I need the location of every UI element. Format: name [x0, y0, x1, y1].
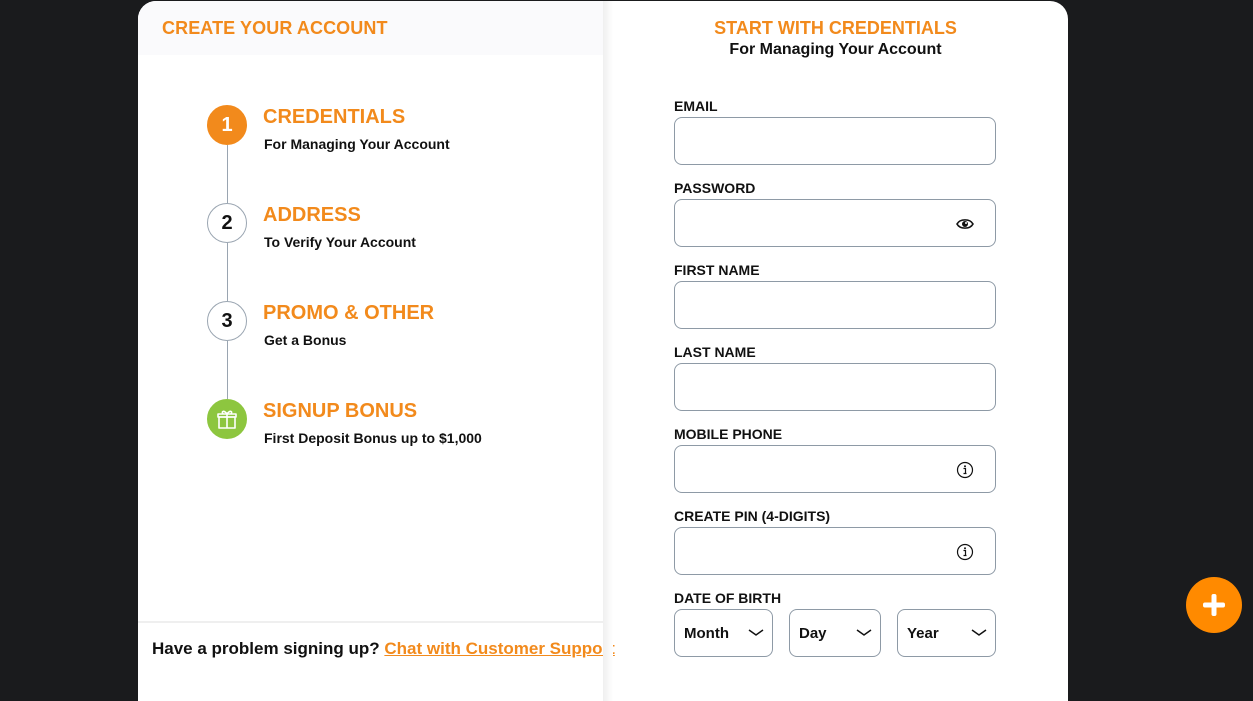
step-number-badge: 2 — [207, 203, 247, 243]
panel-divider — [603, 1, 613, 701]
plus-icon — [1203, 594, 1225, 616]
step-address: 2 ADDRESS To Verify Your Account — [207, 203, 587, 263]
step-number-badge: 1 — [207, 105, 247, 145]
step-number-badge: 3 — [207, 301, 247, 341]
gift-badge — [207, 399, 247, 439]
dob-year-select[interactable]: Year — [897, 609, 996, 657]
first-name-label: FIRST NAME — [674, 262, 760, 278]
pin-label: CREATE PIN (4-DIGITS) — [674, 508, 831, 524]
form-title: START WITH CREDENTIALS — [714, 18, 957, 38]
step-title: SIGNUP BONUS — [263, 400, 418, 422]
dob-month-select[interactable]: Month — [674, 609, 773, 657]
chevron-down-icon — [748, 629, 764, 636]
email-field[interactable] — [674, 117, 996, 165]
mobile-phone-label: MOBILE PHONE — [674, 426, 783, 442]
email-label: EMAIL — [674, 98, 718, 114]
dob-label: DATE OF BIRTH — [674, 590, 782, 606]
password-label: PASSWORD — [674, 180, 756, 196]
steps-header: CREATE YOUR ACCOUNT — [138, 1, 603, 55]
last-name-label: LAST NAME — [674, 344, 756, 360]
info-icon[interactable] — [955, 542, 975, 562]
form-subtitle: For Managing Your Account — [729, 41, 942, 58]
dob-day-value: Day — [799, 625, 827, 642]
last-name-field[interactable] — [674, 363, 996, 411]
pin-field[interactable] — [674, 527, 996, 575]
support-footer: Have a problem signing up? Chat with Cus… — [152, 639, 615, 659]
mobile-phone-field[interactable] — [674, 445, 996, 493]
step-credentials: 1 CREDENTIALS For Managing Your Account — [207, 105, 587, 165]
dob-year-value: Year — [907, 625, 939, 642]
step-title: CREDENTIALS — [263, 106, 406, 128]
add-button[interactable] — [1186, 577, 1242, 633]
password-field[interactable] — [674, 199, 996, 247]
email-input[interactable] — [675, 118, 995, 164]
step-subtitle: Get a Bonus — [264, 332, 347, 348]
credentials-form: START WITH CREDENTIALS For Managing Your… — [613, 1, 1068, 701]
step-subtitle: For Managing Your Account — [264, 136, 450, 152]
dob-month-value: Month — [684, 625, 729, 642]
first-name-input[interactable] — [675, 282, 995, 328]
footer-divider — [138, 621, 603, 623]
step-promo: 3 PROMO & OTHER Get a Bonus — [207, 301, 587, 361]
mobile-phone-input[interactable] — [675, 446, 995, 492]
dob-day-select[interactable]: Day — [789, 609, 881, 657]
signup-card: CREATE YOUR ACCOUNT 1 CREDENTIALS For Ma… — [138, 1, 1068, 701]
eye-icon[interactable] — [955, 214, 975, 234]
first-name-field[interactable] — [674, 281, 996, 329]
step-title: ADDRESS — [263, 204, 361, 226]
step-title: PROMO & OTHER — [263, 302, 435, 324]
support-prompt: Have a problem signing up? — [152, 639, 380, 658]
chevron-down-icon — [971, 629, 987, 636]
pin-input[interactable] — [675, 528, 995, 574]
step-subtitle: To Verify Your Account — [264, 234, 416, 250]
gift-icon — [217, 410, 237, 429]
password-input[interactable] — [675, 200, 995, 246]
chat-support-link[interactable]: Chat with Customer Support — [384, 639, 614, 658]
info-icon[interactable] — [955, 460, 975, 480]
steps-panel: CREATE YOUR ACCOUNT 1 CREDENTIALS For Ma… — [138, 1, 615, 701]
create-account-title: CREATE YOUR ACCOUNT — [162, 18, 388, 38]
last-name-input[interactable] — [675, 364, 995, 410]
step-subtitle: First Deposit Bonus up to $1,000 — [264, 430, 482, 446]
chevron-down-icon — [856, 629, 872, 636]
step-signup-bonus: SIGNUP BONUS First Deposit Bonus up to $… — [207, 399, 587, 459]
